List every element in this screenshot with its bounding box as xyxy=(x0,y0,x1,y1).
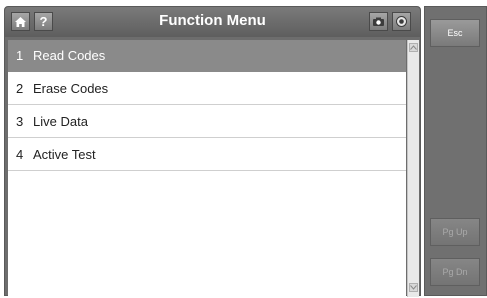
side-button-panel: Esc Pg Up Pg Dn xyxy=(424,6,487,296)
menu-item-read-codes[interactable]: 1 Read Codes xyxy=(8,40,406,72)
scroll-down-arrow[interactable] xyxy=(409,283,418,292)
record-button[interactable] xyxy=(392,12,411,31)
page-down-button[interactable]: Pg Dn xyxy=(430,258,480,286)
record-icon xyxy=(396,16,407,27)
menu-item-number: 3 xyxy=(16,114,24,129)
page-up-button[interactable]: Pg Up xyxy=(430,218,480,246)
function-menu-list: 1 Read Codes 2 Erase Codes 3 Live Data 4… xyxy=(8,40,406,297)
menu-item-label: Erase Codes xyxy=(33,81,109,96)
menu-item-label: Active Test xyxy=(33,147,96,162)
menu-item-live-data[interactable]: 3 Live Data xyxy=(8,106,406,138)
scroll-up-arrow[interactable] xyxy=(409,43,418,52)
menu-item-number: 2 xyxy=(16,81,24,96)
esc-button[interactable]: Esc xyxy=(430,19,480,47)
vertical-scrollbar[interactable] xyxy=(407,40,419,297)
chevron-up-icon xyxy=(410,45,417,50)
help-button[interactable]: ? xyxy=(34,12,53,31)
home-icon xyxy=(15,16,26,27)
scan-tool-screen: ? Function Menu 1 Read Codes 2 Erase Cod… xyxy=(0,0,487,298)
home-button[interactable] xyxy=(11,12,30,31)
menu-item-number: 4 xyxy=(16,147,24,162)
main-panel: ? Function Menu 1 Read Codes 2 Erase Cod… xyxy=(4,6,421,297)
help-icon: ? xyxy=(39,14,48,29)
menu-item-erase-codes[interactable]: 2 Erase Codes xyxy=(8,73,406,105)
title-bar: ? Function Menu xyxy=(5,7,420,37)
screenshot-button[interactable] xyxy=(369,12,388,31)
chevron-down-icon xyxy=(410,285,417,290)
menu-item-number: 1 xyxy=(16,48,24,63)
camera-icon xyxy=(373,17,384,26)
menu-item-active-test[interactable]: 4 Active Test xyxy=(8,139,406,171)
page-title: Function Menu xyxy=(159,12,266,29)
menu-item-label: Live Data xyxy=(33,114,88,129)
menu-item-label: Read Codes xyxy=(33,48,106,63)
